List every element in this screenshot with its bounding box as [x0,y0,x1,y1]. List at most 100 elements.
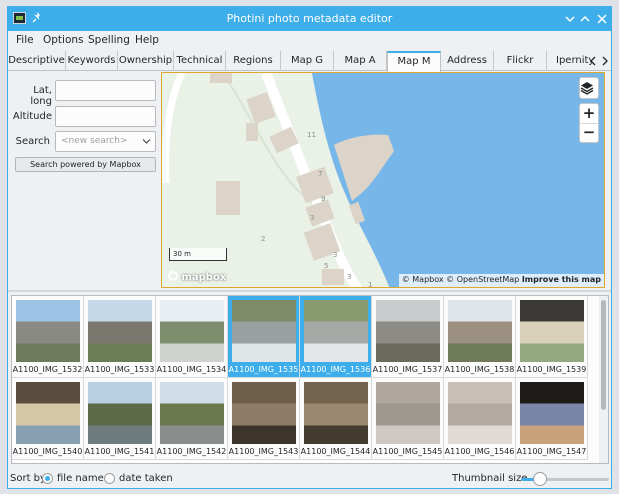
tab-scroll-right-icon[interactable] [600,55,610,67]
house-number-label: 5 [324,262,328,270]
thumbnail-item[interactable]: A1100_IMG_1545 [372,378,444,460]
thumbnail-image [88,300,152,362]
thumbnail-item[interactable]: A1100_IMG_1533 [84,296,156,378]
attribution-mapbox-link[interactable]: © Mapbox [402,275,444,284]
building [216,181,240,215]
menu-spelling[interactable]: Spelling [88,34,130,46]
tab-scroll-left-icon[interactable] [588,55,598,67]
thumbnail-image [160,382,224,444]
thumbnail-item[interactable]: A1100_IMG_1543 [228,378,300,460]
thumbnail-item[interactable]: A1100_IMG_1536 [300,296,372,378]
mapbox-logo-text: mapbox [181,272,227,283]
thumbnail-image [16,300,80,362]
menu-bar: File Options Spelling Help [8,31,611,51]
tab-map-a[interactable]: Map A [334,51,387,71]
mapbox-logo[interactable]: mapbox [168,271,226,283]
building [246,123,258,141]
map-view[interactable]: 11 7 9 3 2 3 5 3 1 + − 30 m mapbox © Mapbox © Op… [161,72,605,288]
altitude-input[interactable] [55,106,156,127]
thumbnail-image [520,300,584,362]
thumbnail-caption: A1100_IMG_1545 [372,447,443,456]
tab-map-g[interactable]: Map G [281,51,334,71]
tab-bar: Descriptive Keywords Ownership Technical… [8,51,611,72]
layers-icon [580,82,594,95]
thumbnail-size-label: Thumbnail size [452,473,528,484]
status-bar: Sort by file name date taken Thumbnail s… [8,468,611,488]
sort-date-taken-radio[interactable] [104,473,115,484]
thumbnail-caption: A1100_IMG_1534 [156,365,227,374]
menu-help[interactable]: Help [135,34,159,46]
zoom-out-button[interactable]: − [580,124,598,143]
thumbnail-item[interactable]: A1100_IMG_1537 [372,296,444,378]
thumbnail-image [304,300,368,362]
thumbnail-item[interactable]: A1100_IMG_1542 [156,378,228,460]
tab-technical[interactable]: Technical [174,51,226,71]
chevron-down-icon[interactable] [142,138,151,145]
thumbnail-item[interactable]: A1100_IMG_1541 [84,378,156,460]
layers-button[interactable] [579,77,599,99]
tab-regions[interactable]: Regions [226,51,281,71]
title-bar[interactable]: Photini photo metadata editor [8,7,611,31]
thumbnail-scrollbar[interactable] [599,296,608,463]
thumbnail-item[interactable]: A1100_IMG_1535 [228,296,300,378]
latlong-input[interactable] [55,80,156,101]
slider-handle[interactable] [533,472,548,486]
thumbnail-image [376,300,440,362]
zoom-in-button[interactable]: + [580,104,598,124]
thumbnail-item[interactable]: A1100_IMG_1547 [516,378,588,460]
thumbnail-item[interactable]: A1100_IMG_1540 [12,378,84,460]
location-panel: Lat, long Altitude Search <new search> S… [8,72,161,287]
thumbnail-item[interactable]: A1100_IMG_1546 [444,378,516,460]
improve-map-link[interactable]: Improve this map [522,275,601,284]
tab-keywords[interactable]: Keywords [66,51,118,71]
thumbnail-item[interactable]: A1100_IMG_1539 [516,296,588,378]
zoom-controls: + − [579,103,599,143]
thumbnail-caption: A1100_IMG_1533 [84,365,155,374]
thumbnail-caption: A1100_IMG_1538 [444,365,515,374]
thumbnail-image [232,382,296,444]
latlong-label: Lat, long [30,85,52,107]
sort-file-name-radio[interactable] [42,473,53,484]
window-title: Photini photo metadata editor [226,12,393,25]
thumbnail-caption: A1100_IMG_1543 [228,447,299,456]
thumbnail-item[interactable]: A1100_IMG_1538 [444,296,516,378]
tab-descriptive[interactable]: Descriptive [8,51,66,71]
search-powered-button[interactable]: Search powered by Mapbox [15,157,156,172]
tab-flickr[interactable]: Flickr [494,51,547,71]
panel-splitter[interactable] [8,290,611,292]
sort-date-taken-label[interactable]: date taken [119,473,173,484]
search-label: Search [15,136,50,147]
building [322,269,344,285]
house-number-label: 2 [261,235,265,243]
maximize-icon[interactable] [577,10,593,27]
tab-ownership[interactable]: Ownership [118,51,174,71]
main-window: Photini photo metadata editor File Optio… [7,6,612,489]
minimize-icon[interactable] [562,10,578,27]
scrollbar-handle[interactable] [601,300,606,410]
thumbnail-item[interactable]: A1100_IMG_1534 [156,296,228,378]
menu-options[interactable]: Options [43,34,84,46]
menu-file[interactable]: File [16,34,34,46]
map-attribution: © Mapbox © OpenStreetMap Improve this ma… [398,274,604,287]
thumbnail-grid[interactable]: A1100_IMG_1532 A1100_IMG_1533 A1100_IMG_15… [11,295,609,464]
sort-file-name-label[interactable]: file name [57,473,104,484]
thumbnail-caption: A1100_IMG_1540 [12,447,83,456]
thumbnail-image [88,382,152,444]
tab-map-m[interactable]: Map M [387,51,441,72]
building [210,73,232,83]
house-number-label: 9 [321,195,325,203]
tab-ipernity[interactable]: Ipernity [547,51,592,71]
thumbnail-item[interactable]: A1100_IMG_1532 [12,296,84,378]
thumbnail-caption: A1100_IMG_1546 [444,447,515,456]
map-canvas[interactable]: 1179323531 [162,73,605,288]
close-icon[interactable] [594,10,610,27]
attribution-osm-link[interactable]: © OpenStreetMap [446,275,519,284]
thumbnail-item[interactable]: A1100_IMG_1544 [300,378,372,460]
thumbnail-image [520,382,584,444]
thumbnail-caption: A1100_IMG_1535 [228,365,299,374]
thumbnail-image [160,300,224,362]
tab-address[interactable]: Address [441,51,494,71]
thumbnail-caption: A1100_IMG_1544 [300,447,371,456]
search-combo[interactable]: <new search> [55,131,156,152]
thumbnail-caption: A1100_IMG_1532 [12,365,83,374]
